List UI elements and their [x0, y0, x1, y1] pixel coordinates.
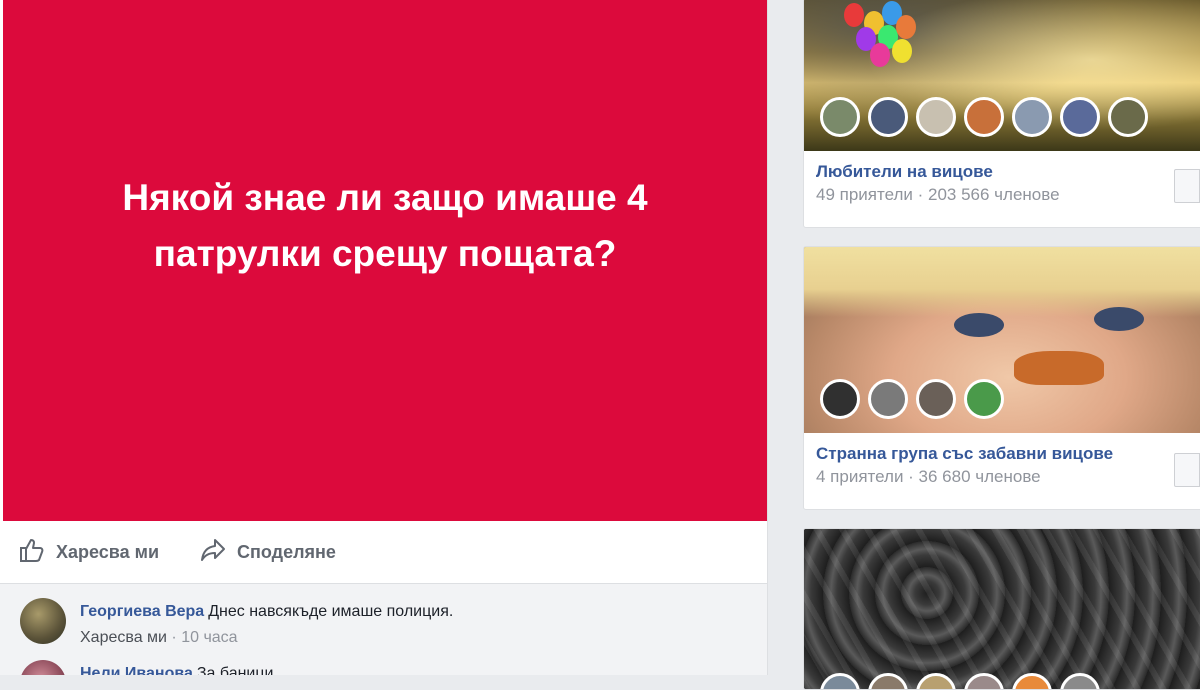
avatar[interactable] — [820, 673, 860, 689]
comment: Нели Иванова За баници — [20, 660, 273, 675]
share-label: Споделяне — [237, 541, 336, 562]
avatar[interactable] — [916, 97, 956, 137]
avatar[interactable] — [916, 673, 956, 689]
group-meta: 4 приятели · 36 680 членове — [816, 467, 1041, 486]
comment-like-link[interactable]: Харесва ми — [80, 629, 167, 646]
comments-section: Георгиева Вера Днес навсякъде имаше полиц… — [0, 584, 767, 675]
join-group-button[interactable] — [1174, 169, 1200, 203]
group-cover-image[interactable] — [804, 0, 1200, 151]
avatar[interactable] — [868, 97, 908, 137]
comment-author[interactable]: Георгиева Вера — [80, 603, 204, 620]
join-group-button[interactable] — [1174, 453, 1200, 487]
avatar[interactable] — [868, 673, 908, 689]
avatar[interactable] — [1108, 97, 1148, 137]
avatar[interactable] — [820, 97, 860, 137]
group-cover-image[interactable] — [804, 529, 1200, 689]
avatar[interactable] — [964, 379, 1004, 419]
group-card: Странна група със забавни вицове 4 прият… — [803, 246, 1200, 510]
avatar[interactable] — [964, 673, 1004, 689]
avatar[interactable] — [20, 598, 66, 644]
avatar[interactable] — [1012, 673, 1052, 689]
post-image[interactable]: Някой знае ли защо имаше 4 патрулки срещ… — [3, 0, 767, 521]
avatar[interactable] — [820, 379, 860, 419]
avatar[interactable] — [1060, 673, 1100, 689]
group-name[interactable]: Странна група със забавни вицове — [816, 443, 1200, 465]
group-friends — [820, 673, 1108, 689]
group-friends — [820, 379, 1012, 419]
group-card — [803, 528, 1200, 690]
group-cover-image[interactable] — [804, 247, 1200, 433]
avatar[interactable] — [20, 660, 66, 675]
group-friends — [820, 97, 1156, 137]
group-card: Любители на вицове 49 приятели · 203 566… — [803, 0, 1200, 228]
group-meta: 49 приятели · 203 566 членове — [816, 185, 1060, 204]
comment: Георгиева Вера Днес навсякъде имаше полиц… — [20, 598, 453, 648]
like-label: Харесва ми — [56, 541, 160, 562]
avatar[interactable] — [1012, 97, 1052, 137]
group-name[interactable]: Любители на вицове — [816, 161, 1200, 183]
avatar[interactable] — [916, 379, 956, 419]
comment-author[interactable]: Нели Иванова — [80, 665, 193, 675]
thumbs-up-icon — [18, 536, 56, 569]
comment-meta-separator: · — [171, 629, 182, 646]
avatar[interactable] — [1060, 97, 1100, 137]
comment-text: За баници — [196, 665, 274, 675]
share-arrow-icon — [199, 536, 237, 569]
avatar[interactable] — [964, 97, 1004, 137]
like-button[interactable]: Харесва ми — [18, 536, 159, 569]
post-action-bar: Харесва ми Споделяне — [0, 521, 767, 584]
comment-text: Днес навсякъде имаше полиция. — [208, 603, 454, 620]
share-button[interactable]: Споделяне — [199, 536, 336, 569]
post-image-text: Някой знае ли защо имаше 4 патрулки срещ… — [122, 176, 648, 274]
comment-time[interactable]: 10 часа — [181, 629, 237, 646]
post-card: Някой знае ли защо имаше 4 патрулки срещ… — [0, 0, 768, 675]
avatar[interactable] — [868, 379, 908, 419]
